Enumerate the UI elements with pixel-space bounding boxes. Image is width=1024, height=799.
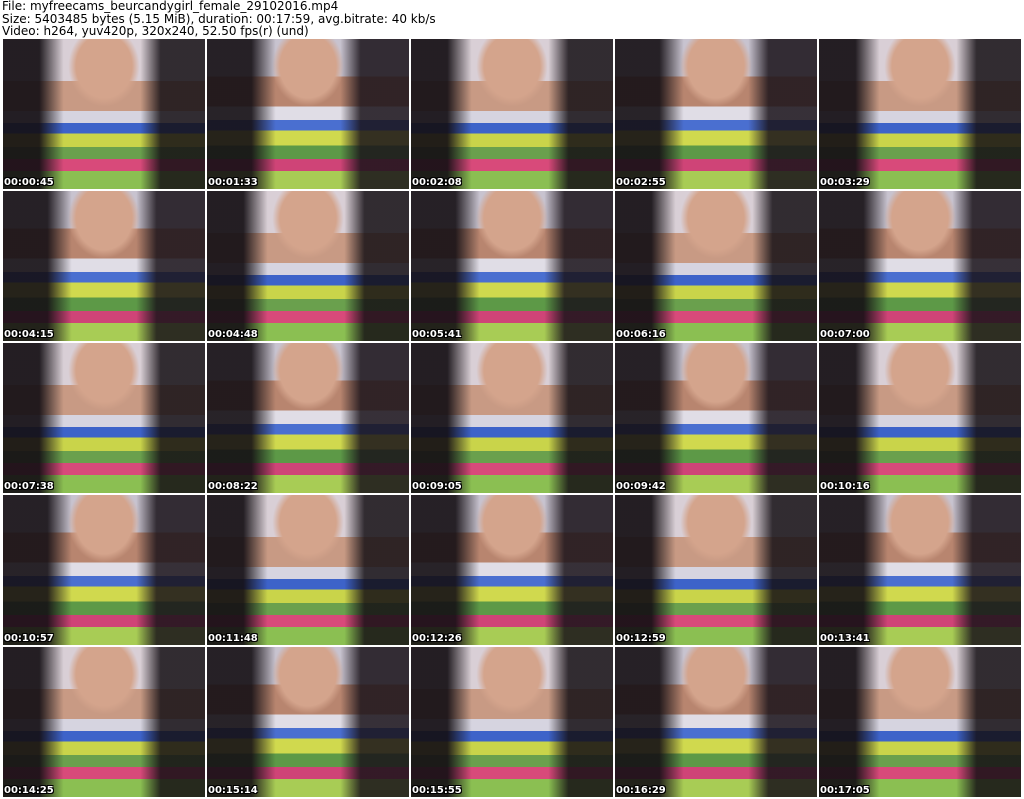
- thumbnail-image: [475, 647, 549, 715]
- thumbnail-timestamp: 00:01:33: [208, 177, 258, 188]
- file-info-header: File: myfreecams_beurcandygirl_female_29…: [2, 0, 436, 38]
- video-thumbnail: 00:04:15: [3, 191, 205, 341]
- video-thumbnail: 00:10:57: [3, 495, 205, 645]
- video-thumbnail: 00:12:59: [615, 495, 817, 645]
- thumbnail-timestamp: 00:05:41: [412, 329, 462, 340]
- video-thumbnail: 00:08:22: [207, 343, 409, 493]
- thumbnail-image: [475, 39, 549, 107]
- thumbnail-image: [883, 191, 957, 259]
- thumbnail-timestamp: 00:16:29: [616, 785, 666, 796]
- thumbnail-image: [679, 343, 753, 411]
- video-thumbnail: 00:06:16: [615, 191, 817, 341]
- thumbnail-image: [475, 495, 549, 563]
- thumbnail-timestamp: 00:15:55: [412, 785, 462, 796]
- video-thumbnail: 00:13:41: [819, 495, 1021, 645]
- thumbnail-image: [679, 191, 753, 259]
- thumbnail-image: [67, 495, 141, 563]
- thumbnail-timestamp: 00:10:16: [820, 481, 870, 492]
- video-thumbnail: 00:16:29: [615, 647, 817, 797]
- video-thumbnail: 00:04:48: [207, 191, 409, 341]
- video-thumbnail: 00:05:41: [411, 191, 613, 341]
- thumbnail-timestamp: 00:02:55: [616, 177, 666, 188]
- thumbnail-timestamp: 00:04:48: [208, 329, 258, 340]
- thumbnail-image: [679, 647, 753, 715]
- thumbnail-timestamp: 00:07:38: [4, 481, 54, 492]
- video-thumbnail: 00:17:05: [819, 647, 1021, 797]
- video-thumbnail: 00:10:16: [819, 343, 1021, 493]
- thumbnail-timestamp: 00:09:42: [616, 481, 666, 492]
- thumbnail-image: [67, 191, 141, 259]
- thumbnail-timestamp: 00:09:05: [412, 481, 462, 492]
- thumbnail-timestamp: 00:08:22: [208, 481, 258, 492]
- thumbnail-image: [271, 495, 345, 563]
- video-info-line: Video: h264, yuv420p, 320x240, 52.50 fps…: [2, 24, 309, 38]
- thumbnail-image: [271, 343, 345, 411]
- thumbnail-image: [883, 39, 957, 107]
- thumbnail-timestamp: 00:12:59: [616, 633, 666, 644]
- thumbnail-image: [271, 39, 345, 107]
- thumbnail-timestamp: 00:12:26: [412, 633, 462, 644]
- file-name-line: File: myfreecams_beurcandygirl_female_29…: [2, 0, 339, 13]
- thumbnail-image: [67, 343, 141, 411]
- video-thumbnail: 00:15:14: [207, 647, 409, 797]
- thumbnail-timestamp: 00:00:45: [4, 177, 54, 188]
- thumbnail-timestamp: 00:04:15: [4, 329, 54, 340]
- thumbnail-image: [679, 39, 753, 107]
- video-thumbnail: 00:02:55: [615, 39, 817, 189]
- thumbnail-timestamp: 00:13:41: [820, 633, 870, 644]
- thumbnail-timestamp: 00:10:57: [4, 633, 54, 644]
- video-thumbnail: 00:11:48: [207, 495, 409, 645]
- thumbnail-image: [271, 647, 345, 715]
- video-thumbnail: 00:07:00: [819, 191, 1021, 341]
- video-thumbnail: 00:14:25: [3, 647, 205, 797]
- video-thumbnail: 00:07:38: [3, 343, 205, 493]
- video-thumbnail: 00:09:42: [615, 343, 817, 493]
- thumbnail-image: [883, 647, 957, 715]
- video-thumbnail: 00:03:29: [819, 39, 1021, 189]
- thumbnail-image: [883, 495, 957, 563]
- thumbnail-timestamp: 00:07:00: [820, 329, 870, 340]
- thumbnail-timestamp: 00:11:48: [208, 633, 258, 644]
- thumbnail-timestamp: 00:17:05: [820, 785, 870, 796]
- thumbnail-grid: 00:00:45 00:01:33 00:02:08 00:02:55 00:03:29…: [3, 39, 1021, 797]
- video-thumbnail: 00:02:08: [411, 39, 613, 189]
- thumbnail-image: [679, 495, 753, 563]
- thumbnail-image: [271, 191, 345, 259]
- thumbnail-image: [475, 191, 549, 259]
- thumbnail-timestamp: 00:06:16: [616, 329, 666, 340]
- video-thumbnail: 00:09:05: [411, 343, 613, 493]
- thumbnail-timestamp: 00:02:08: [412, 177, 462, 188]
- thumbnail-timestamp: 00:15:14: [208, 785, 258, 796]
- thumbnail-image: [67, 647, 141, 715]
- thumbnail-image: [67, 39, 141, 107]
- thumbnail-image: [475, 343, 549, 411]
- video-thumbnail: 00:01:33: [207, 39, 409, 189]
- video-thumbnail: 00:12:26: [411, 495, 613, 645]
- thumbnail-timestamp: 00:03:29: [820, 177, 870, 188]
- thumbnail-image: [883, 343, 957, 411]
- video-thumbnail: 00:15:55: [411, 647, 613, 797]
- thumbnail-timestamp: 00:14:25: [4, 785, 54, 796]
- video-thumbnail: 00:00:45: [3, 39, 205, 189]
